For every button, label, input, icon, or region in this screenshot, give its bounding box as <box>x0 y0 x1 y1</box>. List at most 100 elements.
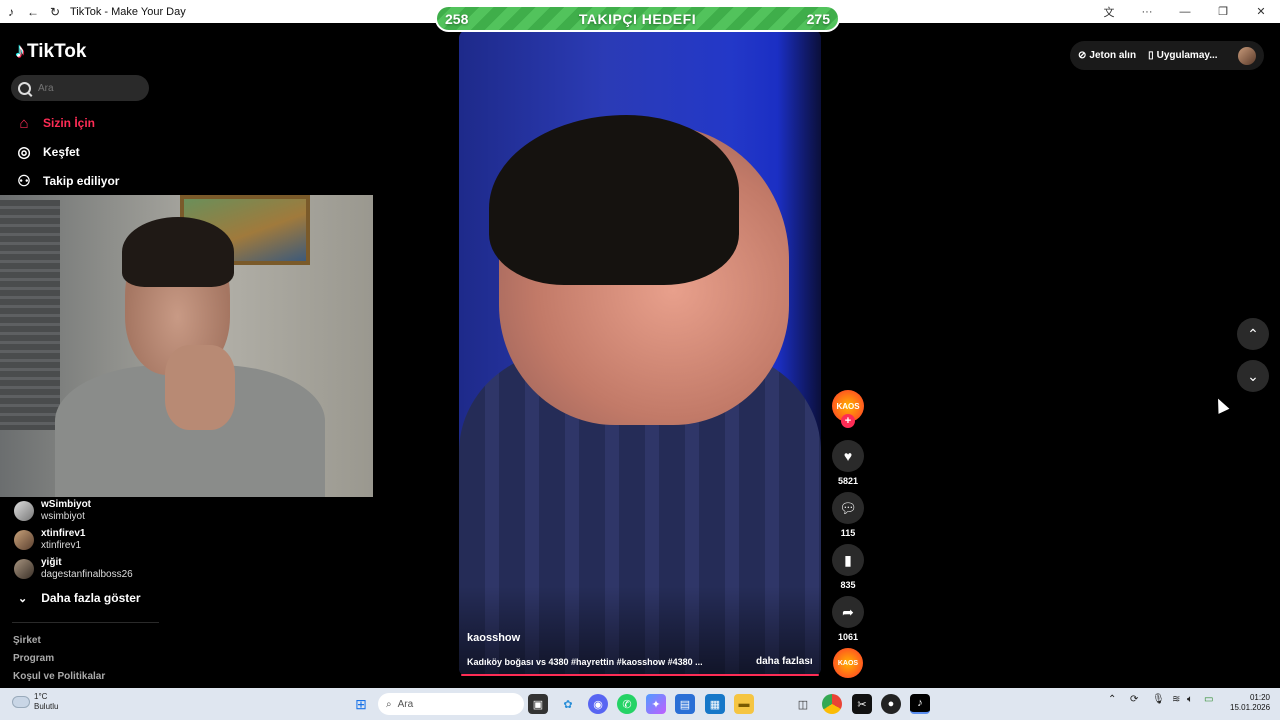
share-arrow-icon: ➦ <box>842 603 854 620</box>
start-windows-icon[interactable]: ⊞ <box>351 694 371 714</box>
account-name: yiğit <box>41 557 62 568</box>
following-account[interactable]: wSimbiyot wsimbiyot <box>14 499 91 523</box>
photos-icon[interactable]: ▦ <box>705 694 725 714</box>
sync-icon[interactable]: ⟳ <box>1130 694 1138 705</box>
wifi-icon[interactable]: ≋ <box>1172 694 1180 705</box>
tiktok-logo[interactable]: ♪ TikTok <box>15 40 86 63</box>
microphone-icon[interactable]: 🎙︎ <box>1152 694 1165 705</box>
avatar <box>14 501 34 521</box>
video-person-hair <box>489 115 739 285</box>
share-count: 1061 <box>837 632 859 642</box>
get-app-label: Uygulamay... <box>1156 50 1218 61</box>
next-video-button[interactable]: ⌄ <box>1237 360 1269 392</box>
cloud-icon <box>12 696 30 708</box>
compass-icon: ◎ <box>17 144 31 161</box>
coin-icon: ⊘ <box>1078 50 1087 61</box>
weather-temp: 1°C <box>34 692 48 701</box>
video-player[interactable] <box>459 30 821 676</box>
following-icon: ⚇ <box>17 173 31 190</box>
nav-item-for-you[interactable]: ⌂ Sizin İçin <box>15 114 95 132</box>
more-options-icon[interactable]: ··· <box>1128 0 1166 23</box>
back-arrow-icon[interactable]: ← <box>22 0 44 23</box>
sound-disc[interactable]: KAOS <box>833 648 863 678</box>
refresh-icon[interactable]: ↻ <box>44 0 66 23</box>
profile-avatar[interactable] <box>1238 46 1256 65</box>
video-progress-bar[interactable] <box>461 674 819 676</box>
nav-item-following[interactable]: ⚇ Takip ediliyor <box>15 172 119 190</box>
creator-badge-text: KAOS <box>836 401 860 411</box>
close-button[interactable]: ✕ <box>1242 0 1280 23</box>
goal-current: 258 <box>445 10 469 27</box>
weather-widget[interactable]: 1°C Bulutlu <box>12 692 58 712</box>
share-button[interactable]: ➦ <box>832 596 864 628</box>
chrome-icon[interactable] <box>822 694 842 714</box>
store-icon[interactable]: ▤ <box>675 694 695 714</box>
bookmark-icon: ▮ <box>844 551 852 568</box>
account-name: xtinfirev1 <box>41 528 86 539</box>
footer-link-program[interactable]: Program <box>13 653 54 664</box>
avatar <box>14 559 34 579</box>
footer-link-company[interactable]: Şirket <box>13 635 41 646</box>
show-more-button[interactable]: ⌄ Daha fazla göster <box>18 591 141 605</box>
maximize-button[interactable]: ❐ <box>1204 0 1242 23</box>
copilot-icon[interactable]: ✦ <box>646 694 666 714</box>
translate-icon[interactable]: 文 <box>1090 0 1128 23</box>
whatsapp-icon[interactable]: ✆ <box>617 694 637 714</box>
avatar <box>14 530 34 550</box>
follow-plus-button[interactable]: + <box>841 414 855 428</box>
video-author[interactable]: kaosshow <box>467 632 520 644</box>
tiktok-app-icon: ♪ <box>8 4 14 19</box>
following-account[interactable]: xtinfirev1 xtinfirev1 <box>14 528 85 552</box>
settings-app-icon[interactable]: ✿ <box>558 694 578 714</box>
speaker-icon[interactable]: 🔈︎ <box>1187 694 1193 705</box>
search-icon: ⌕ <box>386 698 392 710</box>
discord-icon[interactable]: ◉ <box>588 694 608 714</box>
weather-desc: Bulutlu <box>34 702 59 711</box>
window-blind <box>0 200 60 430</box>
account-username: xtinfirev1 <box>41 540 82 551</box>
save-button[interactable]: ▮ <box>832 544 864 576</box>
logo-text: TikTok <box>27 40 87 62</box>
search-input[interactable] <box>38 82 138 94</box>
comment-icon: 💬︎ <box>839 499 857 516</box>
capcut-icon[interactable]: ✂ <box>852 694 872 714</box>
mouse-app-icon[interactable]: ◫ <box>793 694 813 714</box>
comment-button[interactable]: 💬︎ <box>832 492 864 524</box>
video-caption: Kadıköy boğası vs 4380 #hayrettin #kaoss… <box>467 657 703 667</box>
streamer-hands <box>165 345 235 430</box>
search-box[interactable] <box>11 75 149 101</box>
tiktok-taskbar-icon[interactable]: ♪ <box>910 694 930 714</box>
sidebar-divider <box>12 622 159 623</box>
follower-goal-bar: 258 TAKIPÇI HEDEFI 275 <box>435 5 840 32</box>
account-username: wsimbiyot <box>41 511 85 522</box>
footer-link-terms[interactable]: Koşul ve Politikalar <box>13 671 105 682</box>
nav-item-explore[interactable]: ◎ Keşfet <box>15 143 80 161</box>
previous-video-button[interactable]: ⌃ <box>1237 318 1269 350</box>
window-controls: 文 ··· — ❐ ✕ <box>1090 0 1280 23</box>
chevron-up-icon[interactable]: ⌃ <box>1108 694 1116 705</box>
home-icon: ⌂ <box>19 114 29 132</box>
chevron-down-icon: ⌄ <box>1247 367 1259 384</box>
see-more-link[interactable]: daha fazlası <box>756 656 813 667</box>
file-explorer-icon[interactable]: ▬ <box>734 694 754 714</box>
heart-icon: ♥ <box>843 448 853 464</box>
task-view-icon[interactable]: ▣ <box>528 694 548 714</box>
taskbar-search[interactable]: ⌕ Ara <box>378 693 524 715</box>
battery-icon[interactable]: ▭ <box>1204 694 1213 705</box>
following-account[interactable]: yiğit dagestanfinalboss26 <box>14 557 133 581</box>
search-icon <box>18 81 31 95</box>
system-clock[interactable]: 01:20 15.01.2026 <box>1230 693 1270 713</box>
nav-label: Keşfet <box>43 145 80 159</box>
get-coins-button[interactable]: ⊘ Jeton alın <box>1078 50 1136 61</box>
like-button[interactable]: ♥ <box>832 440 864 472</box>
get-app-button[interactable]: ▯ Uygulamay... <box>1148 50 1217 61</box>
like-count: 5821 <box>837 476 859 486</box>
minimize-button[interactable]: — <box>1166 0 1204 23</box>
obs-icon[interactable]: ● <box>881 694 901 714</box>
get-coins-label: Jeton alın <box>1089 50 1137 61</box>
account-username: dagestanfinalboss26 <box>41 569 133 580</box>
show-more-label: Daha fazla göster <box>41 591 141 605</box>
goal-title: TAKIPÇI HEDEFI <box>578 10 697 27</box>
windows-taskbar: 1°C Bulutlu ⊞ ⌕ Ara ▣ ✿ ◉ ✆ ✦ ▤ ▦ ▬ ◫ ✂ … <box>0 688 1280 720</box>
account-name: wSimbiyot <box>41 499 92 510</box>
